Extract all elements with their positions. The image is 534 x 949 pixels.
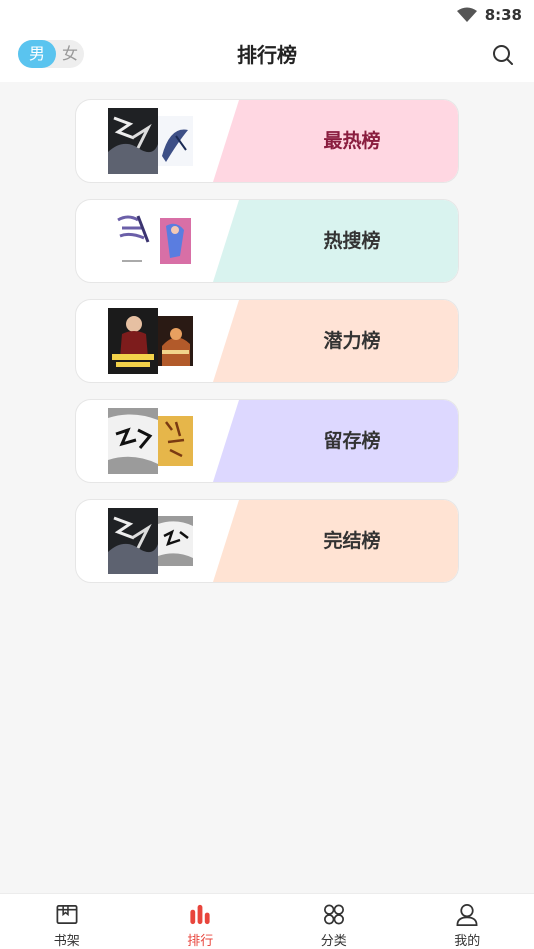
ranking-card-potential[interactable]: 潜力榜 — [75, 299, 459, 383]
category-icon — [323, 904, 344, 925]
tab-label: 我的 — [454, 934, 481, 949]
book-cover-back — [158, 116, 193, 166]
tab-label: 分类 — [320, 934, 347, 949]
gender-male-option[interactable]: 男 — [18, 40, 56, 68]
book-cover-front — [108, 108, 158, 174]
book-cover-front — [108, 308, 158, 374]
search-button[interactable] — [490, 42, 516, 68]
tab-label: 排行 — [187, 934, 214, 949]
tab-profile[interactable]: 我的 — [401, 894, 534, 949]
header: 男 女 排行榜 — [0, 30, 534, 82]
bottom-tab-bar: 书架 排行 分类 我的 — [0, 893, 534, 949]
book-cover-back — [158, 416, 193, 466]
status-bar: 8:38 — [0, 0, 534, 30]
book-cover-front — [108, 208, 158, 274]
book-cover-back — [158, 516, 193, 566]
bookshelf-icon — [56, 904, 78, 925]
tab-label: 书架 — [53, 934, 80, 949]
ranking-label: 热搜榜 — [323, 230, 381, 252]
ranking-card-trending-search[interactable]: 热搜榜 — [75, 199, 459, 283]
tab-bookshelf[interactable]: 书架 — [0, 894, 134, 949]
wifi-icon — [456, 7, 477, 22]
gender-toggle[interactable]: 男 女 — [18, 40, 84, 68]
tab-ranking[interactable]: 排行 — [134, 894, 268, 949]
ranking-icon — [190, 904, 210, 925]
status-time: 8:38 — [484, 6, 522, 24]
ranking-label: 潜力榜 — [323, 330, 381, 352]
ranking-list: 最热榜 热搜榜 潜力榜 留存榜 完结榜 — [75, 99, 459, 599]
book-cover-front — [108, 508, 158, 574]
tab-category[interactable]: 分类 — [267, 894, 401, 949]
ranking-card-hottest[interactable]: 最热榜 — [75, 99, 459, 183]
ranking-card-completed[interactable]: 完结榜 — [75, 499, 459, 583]
book-cover-front — [108, 408, 158, 474]
ranking-label: 最热榜 — [323, 130, 381, 152]
ranking-card-retention[interactable]: 留存榜 — [75, 399, 459, 483]
profile-icon — [456, 904, 478, 926]
ranking-label: 留存榜 — [323, 430, 381, 452]
book-cover-back — [158, 216, 193, 266]
book-cover-back — [158, 316, 193, 366]
gender-female-option[interactable]: 女 — [56, 40, 84, 68]
ranking-label: 完结榜 — [323, 530, 381, 552]
search-icon — [493, 45, 513, 65]
